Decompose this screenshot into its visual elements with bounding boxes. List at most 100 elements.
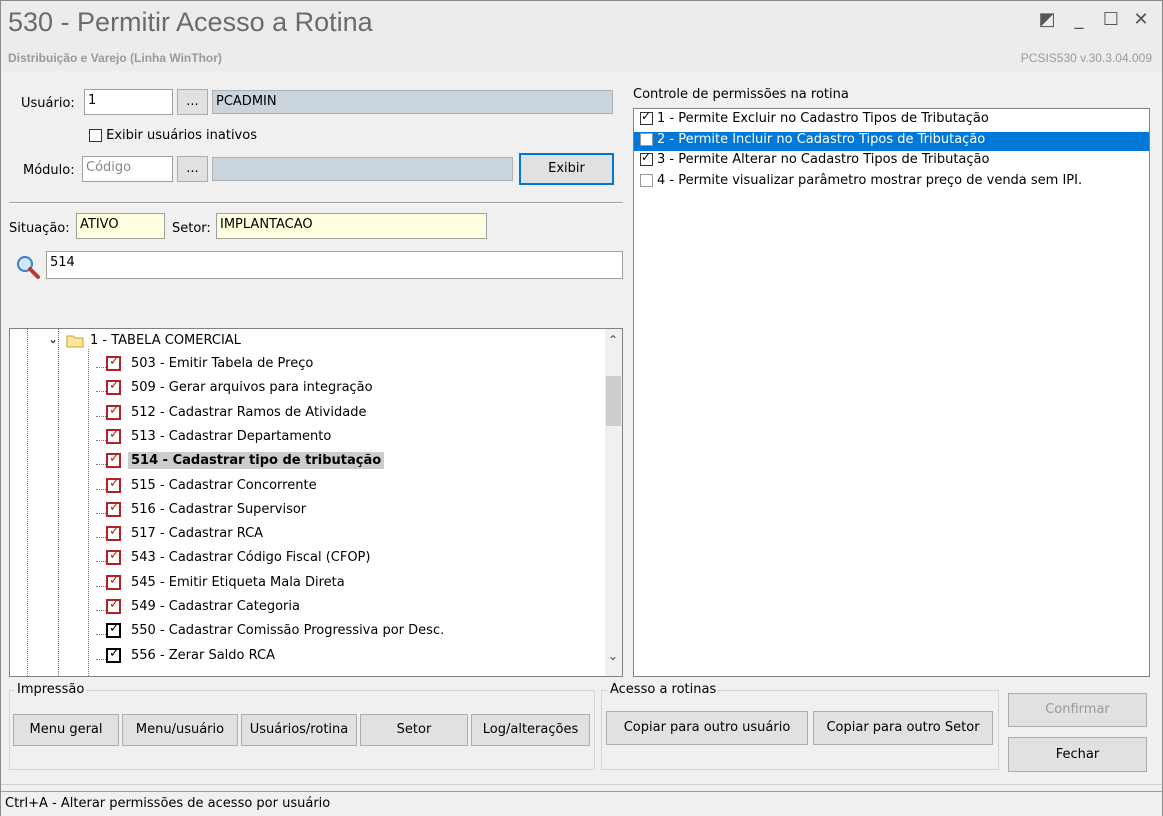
tree-folder-label[interactable]: 1 - TABELA COMERCIAL bbox=[90, 333, 241, 348]
copiar-usuario-button[interactable]: Copiar para outro usuário bbox=[606, 711, 808, 745]
modulo-code-input[interactable]: Código bbox=[82, 156, 173, 182]
tree-item[interactable]: 515 - Cadastrar Concorrente bbox=[106, 476, 320, 500]
tree-branch-line bbox=[96, 585, 106, 587]
permission-checkbox[interactable] bbox=[640, 173, 653, 187]
tree-item-checkbox[interactable] bbox=[106, 621, 121, 639]
setor-field: IMPLANTACAO bbox=[216, 213, 487, 239]
permission-row[interactable]: 3 - Permite Alterar no Cadastro Tipos de… bbox=[634, 150, 1149, 171]
inativos-label: Exibir usuários inativos bbox=[106, 128, 257, 143]
tree-item-checkbox[interactable] bbox=[106, 427, 121, 444]
situacao-field: ATIVO bbox=[76, 213, 165, 239]
tree-item[interactable]: 513 - Cadastrar Departamento bbox=[106, 427, 334, 451]
tree-branch-line bbox=[96, 610, 106, 611]
tree-branch-line bbox=[96, 488, 106, 490]
routine-tree[interactable]: ⌄ 1 - TABELA COMERCIAL 503 - Emitir Tabe… bbox=[9, 328, 623, 677]
search-input[interactable]: 514 bbox=[46, 251, 623, 279]
setor-button[interactable]: Setor bbox=[360, 714, 468, 746]
tree-item[interactable]: 516 - Cadastrar Supervisor bbox=[106, 500, 309, 524]
permission-row[interactable]: 1 - Permite Excluir no Cadastro Tipos de… bbox=[634, 109, 1149, 130]
copiar-setor-button[interactable]: Copiar para outro Setor bbox=[813, 711, 993, 745]
tree-item-checkbox[interactable] bbox=[106, 573, 121, 590]
scroll-up-icon[interactable]: ⌃ bbox=[608, 333, 618, 347]
tree-item-checkbox[interactable] bbox=[106, 451, 121, 469]
inativos-checkbox[interactable] bbox=[89, 129, 102, 142]
tree-branch-line bbox=[96, 512, 106, 514]
permission-row[interactable]: 2 - Permite Incluir no Cadastro Tipos de… bbox=[634, 131, 1149, 151]
tree-scrollbar[interactable]: ⌃ ⌄ bbox=[605, 329, 622, 676]
tree-item-label: 509 - Gerar arquivos para integração bbox=[131, 380, 373, 396]
tree-item-checkbox[interactable] bbox=[106, 500, 121, 517]
minimize-icon[interactable]: _ bbox=[1068, 9, 1090, 30]
log-alteracoes-button[interactable]: Log/alterações bbox=[471, 714, 590, 746]
tree-item-label: 543 - Cadastrar Código Fiscal (CFOP) bbox=[131, 550, 371, 566]
search-icon[interactable] bbox=[15, 254, 41, 280]
tree-item-checkbox[interactable] bbox=[106, 646, 121, 663]
tree-item[interactable]: 512 - Cadastrar Ramos de Atividade bbox=[106, 403, 369, 427]
window-subtitle: Distribuição e Varejo (Linha WinThor) bbox=[8, 51, 222, 65]
tree-item-checkbox[interactable] bbox=[106, 378, 121, 396]
usuario-browse-button[interactable]: ... bbox=[177, 89, 208, 115]
tree-guide-line bbox=[88, 349, 89, 676]
tree-item[interactable]: 550 - Cadastrar Comissão Progressiva por… bbox=[106, 621, 447, 645]
scroll-thumb[interactable] bbox=[606, 376, 621, 426]
permission-label: 1 - Permite Excluir no Cadastro Tipos de… bbox=[657, 111, 989, 126]
confirmar-button[interactable]: Confirmar bbox=[1008, 693, 1147, 727]
tree-item[interactable]: 556 - Zerar Saldo RCA bbox=[106, 646, 278, 670]
permission-checkbox[interactable] bbox=[640, 132, 653, 146]
permission-checkbox[interactable] bbox=[640, 109, 653, 125]
tree-branch-line bbox=[96, 367, 106, 368]
tree-item[interactable]: 503 - Emitir Tabela de Preço bbox=[106, 354, 316, 378]
tree-item[interactable]: 514 - Cadastrar tipo de tributação bbox=[106, 451, 385, 475]
tree-item[interactable]: 509 - Gerar arquivos para integração bbox=[106, 378, 376, 402]
usuarios-rotina-button[interactable]: Usuários/rotina bbox=[241, 714, 357, 746]
tree-guide-line bbox=[58, 329, 59, 676]
divider bbox=[9, 202, 623, 204]
tree-item-checkbox[interactable] bbox=[106, 403, 121, 420]
menu-usuario-button[interactable]: Menu/usuário bbox=[122, 714, 238, 746]
permissions-list[interactable]: 1 - Permite Excluir no Cadastro Tipos de… bbox=[633, 108, 1150, 677]
restore-icon[interactable]: ◩ bbox=[1036, 9, 1058, 30]
permission-row[interactable]: 4 - Permite visualizar parâmetro mostrar… bbox=[634, 173, 1149, 192]
tree-item-label: 512 - Cadastrar Ramos de Atividade bbox=[131, 404, 367, 420]
chevron-down-icon[interactable]: ⌄ bbox=[48, 332, 58, 346]
tree-item-label: 514 - Cadastrar tipo de tributação bbox=[128, 452, 385, 470]
tree-item[interactable]: 549 - Cadastrar Categoria bbox=[106, 597, 303, 621]
main-window: 530 - Permitir Acesso a Rotina Distribui… bbox=[0, 0, 1163, 816]
tree-item-checkbox[interactable] bbox=[106, 524, 121, 542]
exibir-button[interactable]: Exibir bbox=[519, 153, 614, 185]
tree-item-checkbox[interactable] bbox=[106, 548, 121, 566]
tree-item-label: 517 - Cadastrar RCA bbox=[131, 526, 264, 542]
fechar-button[interactable]: Fechar bbox=[1008, 737, 1147, 772]
tree-item-label: 545 - Emitir Etiqueta Mala Direta bbox=[131, 574, 345, 590]
tree-item[interactable]: 545 - Emitir Etiqueta Mala Direta bbox=[106, 573, 348, 597]
tree-branch-line bbox=[96, 464, 106, 466]
menu-geral-button[interactable]: Menu geral bbox=[13, 714, 119, 746]
tree-item-label: 516 - Cadastrar Supervisor bbox=[131, 501, 307, 517]
permission-checkbox[interactable] bbox=[640, 150, 653, 166]
folder-icon bbox=[66, 334, 84, 348]
window-title: 530 - Permitir Acesso a Rotina bbox=[8, 7, 373, 37]
tree-item[interactable]: 543 - Cadastrar Código Fiscal (CFOP) bbox=[106, 548, 373, 572]
tree-item-label: 550 - Cadastrar Comissão Progressiva por… bbox=[131, 623, 445, 639]
modulo-browse-button[interactable]: ... bbox=[177, 156, 208, 182]
tree-branch-line bbox=[96, 634, 106, 636]
maximize-icon[interactable]: ☐ bbox=[1100, 9, 1122, 30]
close-icon[interactable]: ✕ bbox=[1130, 9, 1152, 30]
tree-branch-line bbox=[96, 391, 106, 393]
tree-item-label: 513 - Cadastrar Departamento bbox=[131, 428, 332, 444]
tree-item-checkbox[interactable] bbox=[106, 354, 121, 371]
status-text: Ctrl+A - Alterar permissões de acesso po… bbox=[5, 796, 331, 811]
tree-branch-line bbox=[96, 658, 106, 660]
scroll-down-icon[interactable]: ⌄ bbox=[608, 649, 618, 663]
permission-label: 3 - Permite Alterar no Cadastro Tipos de… bbox=[657, 152, 990, 167]
tree-item[interactable]: 517 - Cadastrar RCA bbox=[106, 524, 266, 548]
tree-item-checkbox[interactable] bbox=[106, 597, 121, 614]
tree-branch-line bbox=[96, 439, 106, 441]
usuario-code-input[interactable]: 1 bbox=[84, 89, 173, 115]
tree-branch-line bbox=[96, 561, 106, 563]
usuario-label: Usuário: bbox=[21, 96, 75, 111]
title-bar: 530 - Permitir Acesso a Rotina Distribui… bbox=[1, 1, 1162, 71]
inativos-checkbox-row[interactable]: Exibir usuários inativos bbox=[89, 128, 257, 143]
tree-guide-line bbox=[27, 329, 28, 676]
tree-item-checkbox[interactable] bbox=[106, 476, 121, 493]
